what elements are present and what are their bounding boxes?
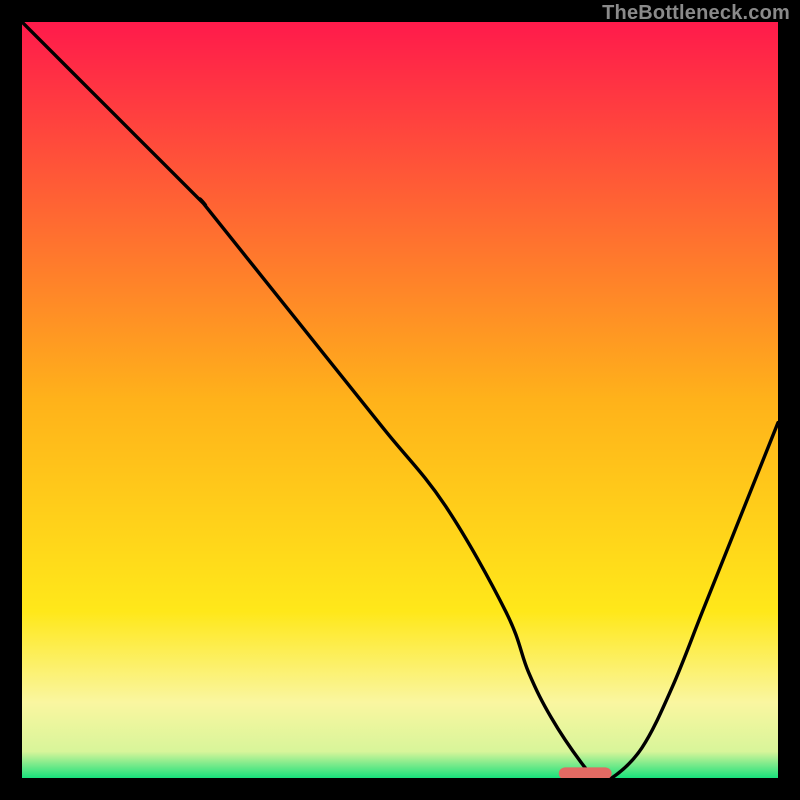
chart-frame: TheBottleneck.com [0, 0, 800, 800]
background-gradient [22, 22, 778, 778]
plot-area [22, 22, 778, 778]
